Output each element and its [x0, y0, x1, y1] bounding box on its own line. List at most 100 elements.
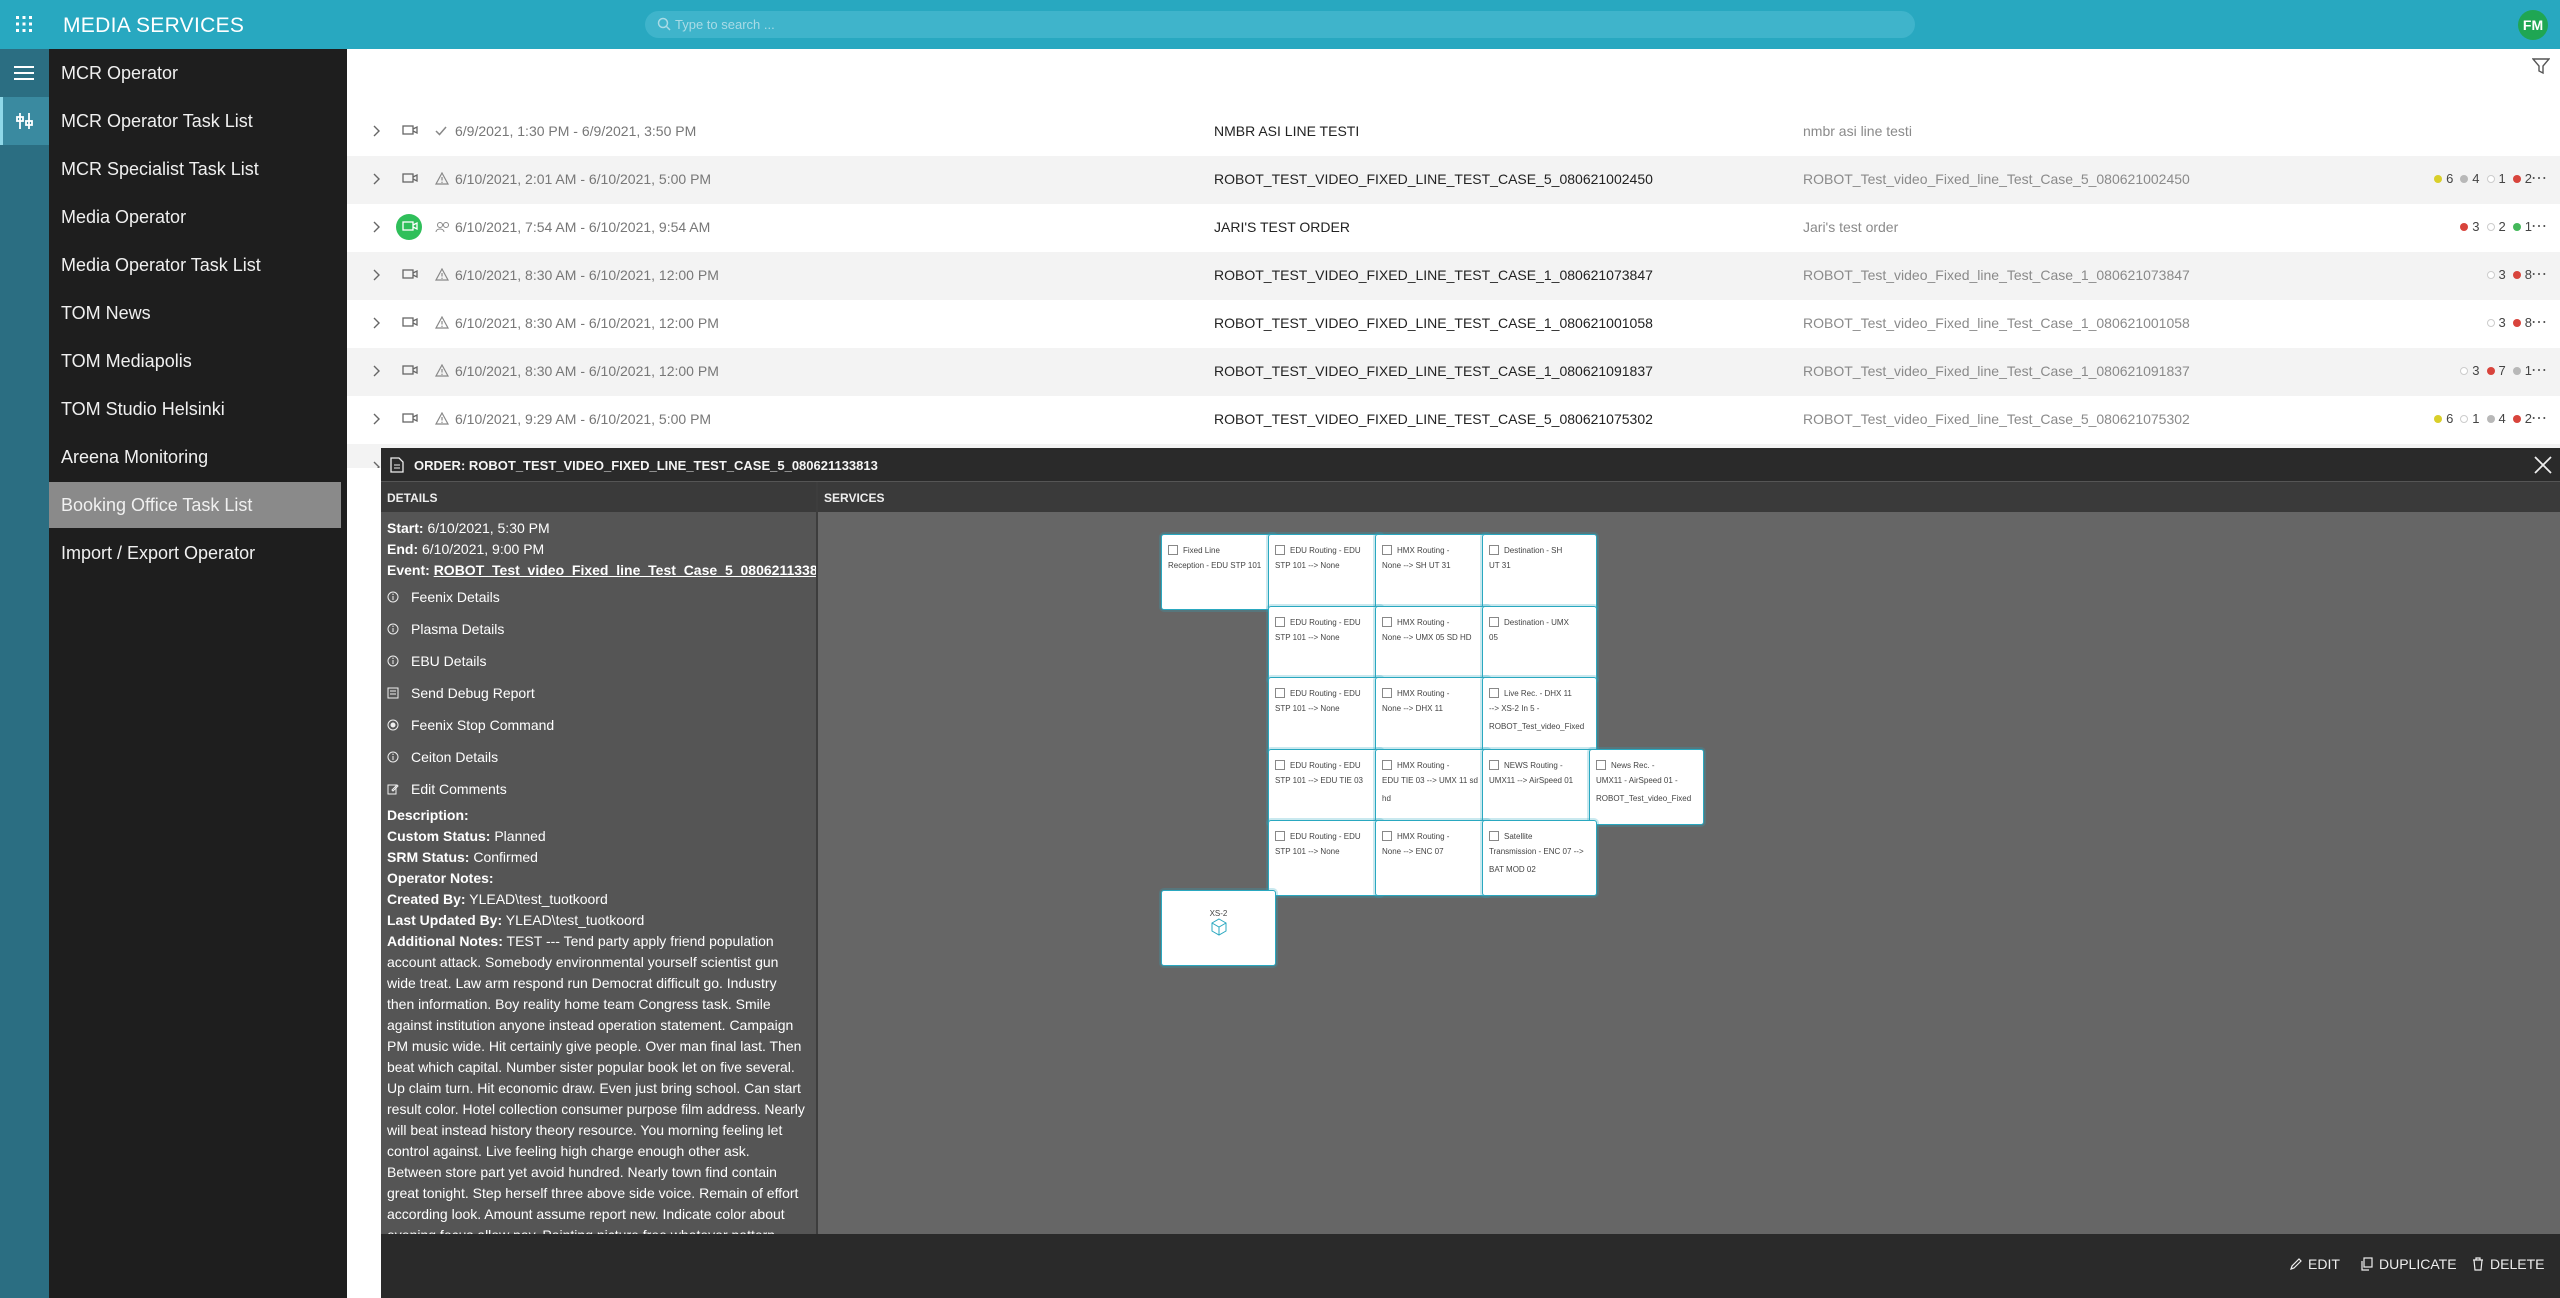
- service-node[interactable]: HMX Routing - None --> UMX 05 SD HD: [1375, 606, 1490, 682]
- sidebar-item-tom-studio-helsinki[interactable]: TOM Studio Helsinki: [49, 386, 341, 432]
- cube-icon: [1211, 918, 1226, 936]
- order-title[interactable]: ROBOT_TEST_VIDEO_FIXED_LINE_TEST_CASE_1_…: [1214, 315, 1653, 331]
- node-type-icon: [1489, 831, 1499, 841]
- sidebar-item-mcr-operator-task-list[interactable]: MCR Operator Task List: [49, 98, 341, 144]
- status-count-white: 3: [2460, 363, 2480, 378]
- created-by-value: YLEAD\test_tuotkoord: [469, 891, 608, 907]
- order-title[interactable]: ROBOT_TEST_VIDEO_FIXED_LINE_TEST_CASE_5_…: [1214, 171, 1653, 187]
- service-node[interactable]: EDU Routing - EDU STP 101 --> None: [1268, 677, 1383, 753]
- sidebar-item-media-operator[interactable]: Media Operator: [49, 194, 341, 240]
- service-node[interactable]: HMX Routing - EDU TIE 03 --> UMX 11 sd hd: [1375, 749, 1490, 825]
- more-options-icon[interactable]: ⋯: [2531, 312, 2548, 332]
- service-node[interactable]: HMX Routing - None --> DHX 11: [1375, 677, 1490, 753]
- order-title[interactable]: ROBOT_TEST_VIDEO_FIXED_LINE_TEST_CASE_1_…: [1214, 363, 1653, 379]
- action-ceiton-details[interactable]: Ceiton Details: [387, 741, 810, 773]
- action-plasma-details[interactable]: Plasma Details: [387, 613, 810, 645]
- table-row[interactable]: 6/10/2021, 2:01 AM - 6/10/2021, 5:00 PM R…: [347, 156, 2560, 204]
- sidebar-item-areena-monitoring[interactable]: Areena Monitoring: [49, 434, 341, 480]
- order-title[interactable]: JARI'S TEST ORDER: [1214, 219, 1350, 235]
- sidebar-item-mcr-specialist-task-list[interactable]: MCR Specialist Task List: [49, 146, 341, 192]
- chevron-right-icon[interactable]: [373, 317, 381, 329]
- service-node[interactable]: XS-2: [1161, 890, 1276, 966]
- search-bar[interactable]: [645, 11, 1915, 38]
- action-feenix-stop-command[interactable]: Feenix Stop Command: [387, 709, 810, 741]
- sidebar-item-tom-news[interactable]: TOM News: [49, 290, 341, 336]
- duplicate-button[interactable]: DUPLICATE: [2360, 1256, 2457, 1272]
- chevron-right-icon[interactable]: [373, 413, 381, 425]
- services-header: SERVICES: [818, 482, 2560, 512]
- sidebar-item-media-operator-task-list[interactable]: Media Operator Task List: [49, 242, 341, 288]
- action-edit-comments[interactable]: Edit Comments: [387, 773, 810, 805]
- menu-toggle-button[interactable]: [0, 49, 49, 97]
- app-grid-icon[interactable]: [14, 14, 34, 34]
- search-input[interactable]: [675, 11, 1875, 38]
- count-value: 4: [2498, 411, 2506, 426]
- status-count-white: 3: [2486, 315, 2506, 330]
- chevron-right-icon[interactable]: [373, 221, 381, 233]
- order-time: 6/10/2021, 8:30 AM - 6/10/2021, 12:00 PM: [455, 363, 719, 379]
- service-node[interactable]: Fixed Line Reception - EDU STP 101: [1161, 534, 1276, 610]
- warning-icon: [434, 315, 450, 332]
- chevron-right-icon[interactable]: [373, 173, 381, 185]
- order-title[interactable]: NMBR ASI LINE TESTI: [1214, 123, 1359, 139]
- node-type-icon: [1275, 831, 1285, 841]
- services-canvas[interactable]: Fixed Line Reception - EDU STP 101 EDU Rou…: [818, 512, 2560, 1234]
- sidebar-item-booking-office-task-list[interactable]: Booking Office Task List: [49, 482, 341, 528]
- user-avatar[interactable]: FM: [2518, 10, 2548, 40]
- node-type-icon: [1382, 688, 1392, 698]
- status-count-red: 2: [2512, 171, 2532, 186]
- order-title[interactable]: ROBOT_TEST_VIDEO_FIXED_LINE_TEST_CASE_5_…: [1214, 411, 1653, 427]
- filter-icon[interactable]: [2532, 57, 2550, 75]
- panel-title: ORDER: ROBOT_TEST_VIDEO_FIXED_LINE_TEST_…: [414, 458, 878, 473]
- sidebar-item-mcr-operator[interactable]: MCR Operator: [49, 50, 341, 96]
- more-options-icon[interactable]: ⋯: [2531, 360, 2548, 380]
- sidebar-item-tom-mediapolis[interactable]: TOM Mediapolis: [49, 338, 341, 384]
- service-node[interactable]: EDU Routing - EDU STP 101 --> None: [1268, 820, 1383, 896]
- node-line3: BAT MOD 02: [1489, 865, 1536, 874]
- tools-button[interactable]: [0, 97, 49, 145]
- table-row[interactable]: 6/10/2021, 8:30 AM - 6/10/2021, 12:00 PM…: [347, 252, 2560, 300]
- node-line2: None --> ENC 07: [1382, 847, 1444, 856]
- action-send-debug-report[interactable]: Send Debug Report: [387, 677, 810, 709]
- table-row[interactable]: 6/10/2021, 7:54 AM - 6/10/2021, 9:54 AM J…: [347, 204, 2560, 252]
- table-row[interactable]: 6/10/2021, 8:30 AM - 6/10/2021, 12:00 PM…: [347, 348, 2560, 396]
- order-description: ROBOT_Test_video_Fixed_line_Test_Case_5_…: [1803, 171, 2190, 187]
- delete-button[interactable]: DELETE: [2471, 1256, 2544, 1272]
- service-node[interactable]: EDU Routing - EDU STP 101 --> None: [1268, 534, 1383, 610]
- service-node[interactable]: Satellite Transmission - ENC 07 --> BAT MO…: [1482, 820, 1597, 896]
- node-line1: Destination - SH: [1504, 545, 1563, 555]
- more-options-icon[interactable]: ⋯: [2531, 408, 2548, 428]
- action-ebu-details[interactable]: EBU Details: [387, 645, 810, 677]
- node-line1: HMX Routing -: [1397, 545, 1450, 555]
- service-node[interactable]: Destination - UMX 05: [1482, 606, 1597, 682]
- chevron-right-icon[interactable]: [373, 461, 381, 468]
- action-label: Edit Comments: [411, 781, 507, 797]
- document-icon: [390, 457, 404, 473]
- table-row[interactable]: 6/10/2021, 9:29 AM - 6/10/2021, 5:00 PM R…: [347, 396, 2560, 444]
- table-row[interactable]: 6/10/2021, 8:30 AM - 6/10/2021, 12:00 PM…: [347, 300, 2560, 348]
- node-line3: [1382, 579, 1483, 593]
- edit-button[interactable]: EDIT: [2289, 1256, 2340, 1272]
- service-node[interactable]: HMX Routing - None --> ENC 07: [1375, 820, 1490, 896]
- close-icon[interactable]: [2532, 454, 2554, 476]
- chevron-right-icon[interactable]: [373, 365, 381, 377]
- more-options-icon[interactable]: ⋯: [2531, 216, 2548, 236]
- chevron-right-icon[interactable]: [373, 125, 381, 137]
- event-link[interactable]: ROBOT_Test_video_Fixed_line_Test_Case_5_…: [434, 562, 816, 578]
- more-options-icon[interactable]: ⋯: [2531, 264, 2548, 284]
- service-node[interactable]: EDU Routing - EDU STP 101 --> None: [1268, 606, 1383, 682]
- action-feenix-details[interactable]: Feenix Details: [387, 581, 810, 613]
- chevron-right-icon[interactable]: [373, 269, 381, 281]
- order-title[interactable]: ROBOT_TEST_VIDEO_FIXED_LINE_TEST_CASE_1_…: [1214, 267, 1653, 283]
- service-node[interactable]: News Rec. - UMX11 - AirSpeed 01 - ROBOT_Te…: [1589, 749, 1704, 825]
- more-options-icon[interactable]: ⋯: [2531, 168, 2548, 188]
- sidebar-item-import-export-operator[interactable]: Import / Export Operator: [49, 530, 341, 576]
- node-line1: EDU Routing - EDU: [1290, 831, 1361, 841]
- service-node[interactable]: Live Rec. - DHX 11 --> XS-2 In 5 - ROBOT_T…: [1482, 677, 1597, 753]
- table-row[interactable]: 6/9/2021, 1:30 PM - 6/9/2021, 3:50 PM NMB…: [347, 108, 2560, 156]
- service-node[interactable]: HMX Routing - None --> SH UT 31: [1375, 534, 1490, 610]
- service-node[interactable]: EDU Routing - EDU STP 101 --> EDU TIE 03: [1268, 749, 1383, 825]
- service-node[interactable]: NEWS Routing - UMX11 --> AirSpeed 01: [1482, 749, 1597, 825]
- node-type-icon: [1489, 760, 1499, 770]
- service-node[interactable]: Destination - SH UT 31: [1482, 534, 1597, 610]
